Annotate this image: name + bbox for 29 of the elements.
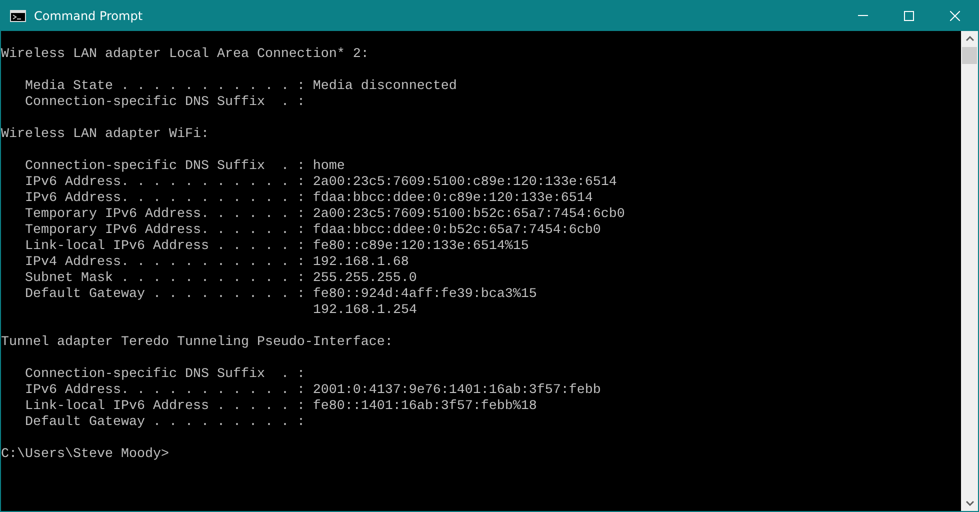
command-prompt[interactable]: C:\Users\Steve Moody> <box>1 447 961 463</box>
console-line: Wireless LAN adapter WiFi: <box>1 127 210 143</box>
window-title: Command Prompt <box>34 8 144 22</box>
console-line: Link-local IPv6 Address . . . . . : fe80::1401:16ab:3f57:febb%18 <box>24 399 538 415</box>
console-line: Connection-specific DNS Suffix . : home <box>24 159 346 175</box>
console-line: IPv4 Address. . . . . . . . . . . : 192.168.1.68 <box>24 255 410 271</box>
minimize-icon <box>858 15 868 16</box>
scroll-down-icon[interactable] <box>966 501 974 506</box>
console-icon <box>10 10 26 22</box>
maximize-icon <box>904 10 914 20</box>
console-line: Temporary IPv6 Address. . . . . . : fdaa:bbcc:ddee:0:b52c:65a7:7454:6cb0 <box>24 223 602 239</box>
console-line: Connection-specific DNS Suffix . : <box>24 95 306 111</box>
console-line: Wireless LAN adapter Local Area Connection* 2: <box>1 47 370 63</box>
console-line: IPv6 Address. . . . . . . . . . . : fdaa:bbcc:ddee:0:c89e:120:133e:6514 <box>24 191 594 207</box>
console-line: IPv6 Address. . . . . . . . . . . : 2a00:23c5:7609:5100:c89e:120:133e:6514 <box>24 175 618 191</box>
console-line: Tunnel adapter Teredo Tunneling Pseudo-Interface: <box>1 335 394 351</box>
scroll-up-icon[interactable] <box>966 36 974 41</box>
console-line: IPv6 Address. . . . . . . . . . . : 2001:0:4137:9e76:1401:16ab:3f57:febb <box>24 383 602 399</box>
close-icon <box>950 10 960 20</box>
scrollbar-thumb[interactable] <box>962 47 977 64</box>
console-line: Media State . . . . . . . . . . . : Media disconnected <box>24 79 458 95</box>
console-line: Subnet Mask . . . . . . . . . . . : 255.255.255.0 <box>24 271 418 287</box>
console-line: Default Gateway . . . . . . . . . : fe80::924d:4aff:fe39:bca3%15 <box>24 287 538 303</box>
console-line: Link-local IPv6 Address . . . . . : fe80::c89e:120:133e:6514%15 <box>24 239 530 255</box>
console-line: Connection-specific DNS Suffix . : <box>24 367 306 383</box>
scrollbar[interactable] <box>961 31 978 511</box>
console-line: 192.168.1.254 <box>312 303 418 319</box>
console-line: Default Gateway . . . . . . . . . : <box>24 415 306 431</box>
console-line: Temporary IPv6 Address. . . . . . : 2a00:23c5:7609:5100:b52c:65a7:7454:6cb0 <box>24 207 626 223</box>
